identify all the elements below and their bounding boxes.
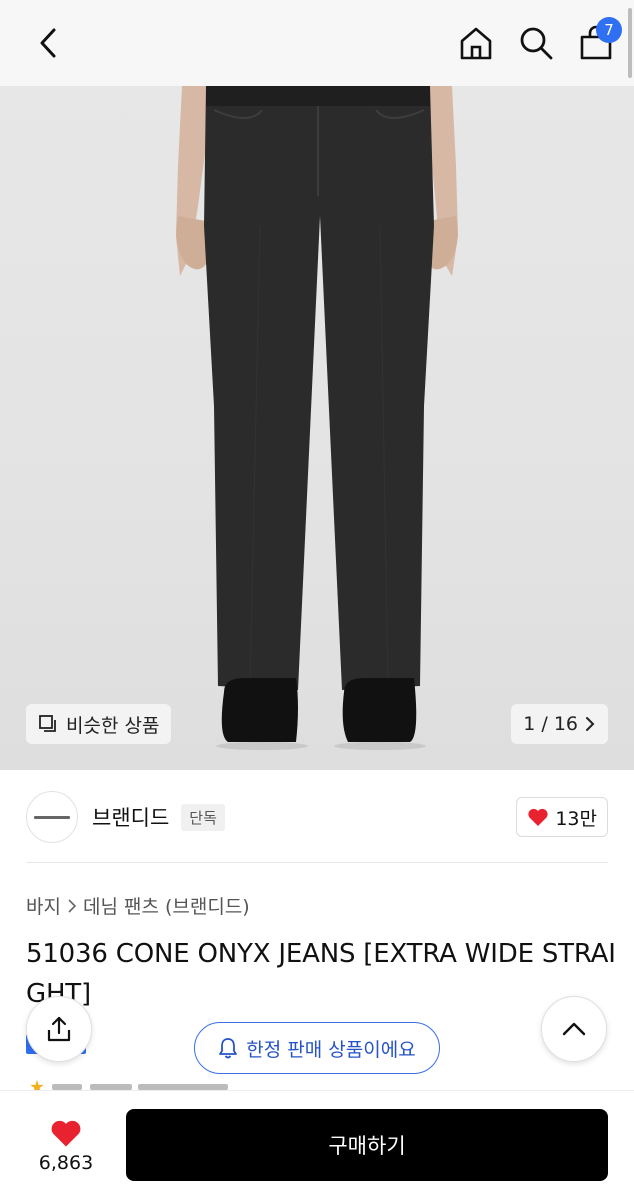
heart-icon (51, 1120, 81, 1147)
bell-icon (219, 1038, 238, 1059)
divider (26, 862, 608, 863)
breadcrumb-item[interactable]: 바지 (26, 892, 61, 919)
similar-products-label: 비슷한 상품 (66, 714, 160, 737)
chevron-right-icon (68, 898, 77, 913)
limited-sale-pill[interactable]: 한정 판매 상품이에요 (194, 1022, 440, 1074)
top-navigation-bar: 7 (0, 0, 634, 86)
bottom-action-bar: 6,863 구매하기 (0, 1090, 634, 1200)
chevron-up-icon (562, 1022, 586, 1036)
search-icon (520, 27, 553, 60)
product-title: 51036 CONE ONYX JEANS [EXTRA WIDE STRAIG… (26, 939, 616, 1009)
brand-like-button[interactable]: 13만 (516, 797, 608, 837)
breadcrumb-item[interactable]: 데님 팬츠 (브랜디드) (83, 892, 250, 919)
brand-logo[interactable] (26, 791, 78, 843)
cart-button[interactable]: 7 (576, 17, 622, 63)
jeans-photo (176, 86, 458, 750)
image-counter[interactable]: 1 / 16 (511, 704, 608, 744)
cart-count-badge: 7 (596, 17, 622, 43)
brand-name[interactable]: 브랜디드 (92, 802, 169, 832)
product-page: 7 비슷한 상품 1 / 16 브랜디드 단독 13만 바지 데님 팬츠 (브랜… (0, 0, 634, 1200)
share-icon (47, 1016, 71, 1042)
brand-like-count: 13만 (555, 807, 597, 830)
copy-icon (39, 715, 56, 732)
buy-button[interactable]: 구매하기 (126, 1109, 608, 1181)
brand-logo-mark (34, 815, 70, 819)
back-button[interactable] (28, 23, 68, 63)
share-button[interactable] (26, 996, 92, 1062)
exclusive-badge: 단독 (181, 803, 225, 831)
star-icon (30, 1080, 44, 1090)
product-image[interactable]: 비슷한 상품 1 / 16 (0, 86, 634, 770)
top-actions: 7 (456, 17, 622, 63)
heart-icon (528, 808, 548, 826)
chevron-left-icon (40, 28, 56, 58)
brand-row: 브랜디드 단독 13만 (26, 790, 608, 844)
similar-products-button[interactable]: 비슷한 상품 (26, 704, 172, 744)
search-button[interactable] (516, 23, 556, 63)
breadcrumb: 바지 데님 팬츠 (브랜디드) (26, 892, 250, 919)
chevron-right-icon (586, 717, 595, 731)
wishlist-button[interactable]: 6,863 (30, 1111, 102, 1181)
home-button[interactable] (456, 23, 496, 63)
image-counter-text: 1 / 16 (523, 713, 578, 735)
limited-sale-label: 한정 판매 상품이에요 (246, 1038, 416, 1061)
home-icon (460, 27, 492, 60)
rating-preview (26, 1080, 236, 1090)
wishlist-count: 6,863 (38, 1152, 94, 1174)
scroll-top-button[interactable] (541, 996, 607, 1062)
scrollbar[interactable] (628, 8, 632, 78)
